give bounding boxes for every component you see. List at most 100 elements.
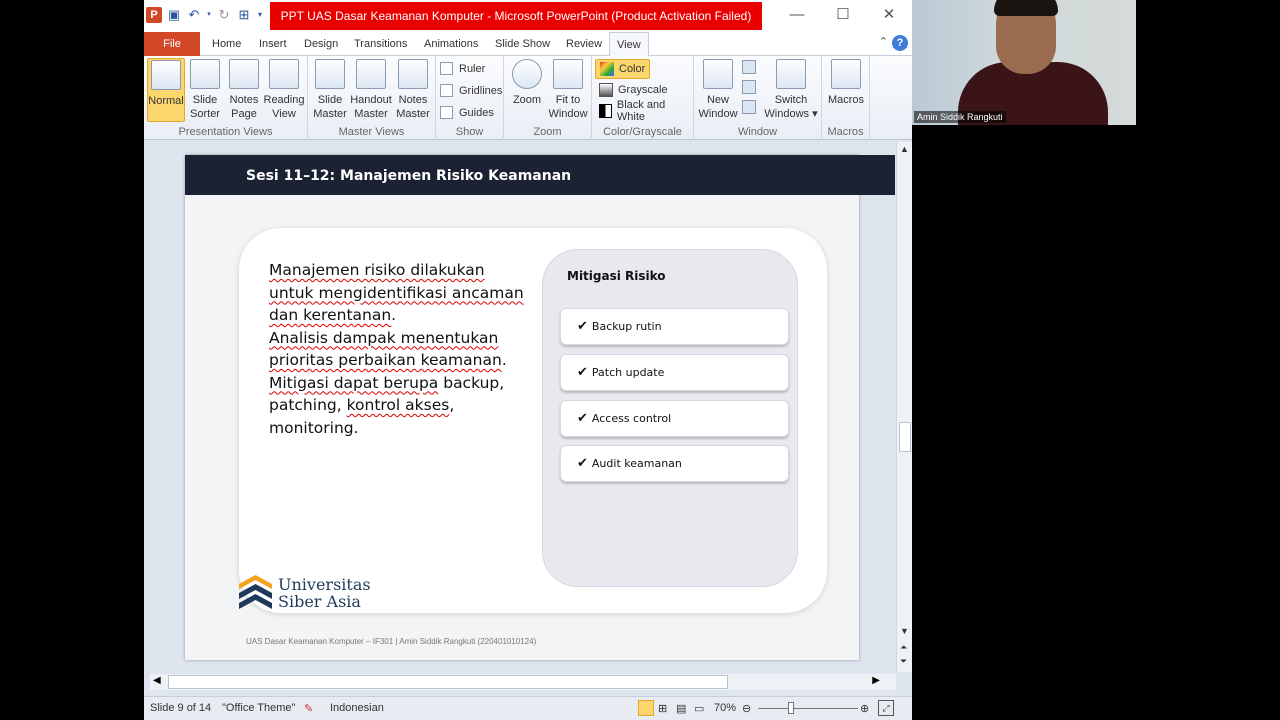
reading-view-icon — [269, 59, 299, 89]
zoom-slider[interactable] — [758, 708, 858, 709]
checkmark-icon: ✔ — [577, 319, 588, 334]
university-name: Universitas Siber Asia — [278, 575, 371, 611]
slide-sorter-icon[interactable]: ⊞ — [658, 702, 667, 715]
macros-button[interactable]: Macros — [826, 58, 866, 107]
scroll-left-icon[interactable]: ◀ — [153, 675, 161, 686]
notes-master-button[interactable]: Notes Master — [394, 58, 432, 121]
slide-title[interactable]: Sesi 11–12: Manajemen Risiko Keamanan — [246, 168, 571, 184]
body-text-line: untuk mengidentifikasi ancaman — [269, 282, 525, 305]
customize-qat-icon[interactable]: ▾ — [256, 7, 264, 23]
checkbox-icon — [440, 106, 453, 119]
mitigation-item[interactable]: ✔ Access control — [560, 400, 789, 437]
switch-windows-icon — [776, 59, 806, 89]
undo-icon[interactable]: ↶ — [186, 7, 202, 23]
color-swatch-icon — [600, 62, 614, 76]
tab-view[interactable]: View — [609, 32, 649, 57]
slide-master-button[interactable]: Slide Master — [312, 58, 348, 121]
mitigation-item[interactable]: ✔ Audit keamanan — [560, 445, 789, 482]
slide-sorter-button[interactable]: Slide Sorter — [187, 58, 223, 121]
switch-windows-button[interactable]: Switch Windows ▾ — [762, 58, 820, 121]
mitigation-item[interactable]: ✔ Patch update — [560, 354, 789, 391]
tab-transitions[interactable]: Transitions — [354, 32, 407, 56]
horizontal-scrollbar[interactable]: ◀ ▶ — [150, 674, 896, 690]
gridlines-checkbox[interactable]: Gridlines — [440, 84, 502, 97]
magnifier-icon — [512, 59, 542, 89]
handout-master-icon — [356, 59, 386, 89]
scroll-up-icon[interactable]: ▲ — [900, 144, 909, 154]
zoom-button[interactable]: Zoom — [508, 58, 546, 107]
guides-checkbox[interactable]: Guides — [440, 106, 494, 119]
text-segment: . — [391, 306, 397, 324]
help-icon[interactable]: ? — [892, 35, 908, 51]
group-label: Master Views — [338, 126, 405, 138]
checkmark-icon: ✔ — [577, 456, 588, 471]
new-window-button[interactable]: New Window — [698, 58, 738, 121]
slide-show-icon[interactable]: ▭ — [694, 702, 704, 715]
spell-check-icon[interactable]: ✎ — [304, 702, 313, 715]
language[interactable]: Indonesian — [330, 702, 384, 714]
maximize-button[interactable]: ☐ — [820, 0, 866, 30]
minimize-button[interactable]: — — [774, 0, 820, 30]
slideshow-from-start-icon[interactable]: ⊞ — [236, 7, 252, 23]
scroll-down-icon[interactable]: ▼ — [900, 626, 909, 636]
arrange-all-icon[interactable] — [742, 60, 756, 74]
powerpoint-window: P ▣ ↶ ▾ ↻ ⊞ ▾ PPT UAS Dasar Keamanan Kom… — [144, 0, 912, 720]
mitigation-title: Mitigasi Risiko — [567, 269, 666, 283]
zoom-slider-thumb[interactable] — [788, 702, 794, 714]
reading-view-icon[interactable]: ▤ — [676, 702, 686, 715]
black-and-white-button[interactable]: Black and White — [595, 99, 693, 123]
handout-master-button[interactable]: Handout Master — [350, 58, 392, 121]
color-button[interactable]: Color — [595, 59, 651, 79]
slide-canvas[interactable]: Sesi 11–12: Manajemen Risiko Keamanan Ma… — [185, 155, 895, 660]
black-white-swatch-icon — [599, 104, 612, 118]
body-text-line: patching, kontrol akses, — [269, 394, 525, 417]
slide-footer: UAS Dasar Keamanan Komputer – IF301 | Am… — [246, 637, 537, 646]
fit-slide-icon[interactable]: ⤢ — [878, 700, 894, 716]
zoom-level[interactable]: 70% — [714, 702, 736, 714]
tab-animations[interactable]: Animations — [424, 32, 478, 56]
previous-slide-icon[interactable]: ⏶ — [900, 642, 907, 653]
tab-design[interactable]: Design — [304, 32, 338, 56]
group-master-views: Slide Master Handout Master Notes Master… — [308, 56, 436, 140]
normal-view-icon[interactable] — [638, 700, 654, 716]
window-title: PPT UAS Dasar Keamanan Komputer - Micros… — [270, 2, 762, 30]
redo-icon[interactable]: ↻ — [216, 7, 232, 23]
group-label: Show — [455, 126, 484, 138]
move-split-icon[interactable] — [742, 100, 756, 114]
mitigation-item[interactable]: ✔ Backup rutin — [560, 308, 789, 345]
checkmark-icon: ✔ — [577, 411, 588, 426]
text-segment: . — [501, 351, 507, 369]
tab-slide-show[interactable]: Slide Show — [495, 32, 550, 56]
save-icon[interactable]: ▣ — [166, 7, 182, 23]
close-button[interactable]: ✕ — [866, 0, 912, 30]
scroll-thumb[interactable] — [168, 675, 728, 689]
scroll-thumb[interactable] — [899, 422, 911, 452]
fit-to-window-button[interactable]: Fit to Window — [546, 58, 590, 121]
powerpoint-logo-icon[interactable]: P — [146, 7, 162, 23]
tab-review[interactable]: Review — [566, 32, 602, 56]
minimize-ribbon-icon[interactable]: ⌃ — [879, 35, 888, 48]
scroll-right-icon[interactable]: ▶ — [872, 675, 880, 686]
dropdown-arrow-icon[interactable]: ▾ — [206, 7, 212, 23]
university-logo: Universitas Siber Asia — [239, 575, 371, 611]
normal-view-button[interactable]: Normal — [147, 58, 185, 122]
zoom-in-icon[interactable]: ⊕ — [860, 702, 869, 715]
misspelled-text: Manajemen risiko dilakukan — [269, 261, 485, 279]
theme-name[interactable]: "Office Theme" — [222, 702, 295, 714]
zoom-out-icon[interactable]: ⊖ — [742, 702, 751, 715]
reading-view-button[interactable]: Reading View — [263, 58, 305, 121]
ruler-checkbox[interactable]: Ruler — [440, 62, 485, 75]
vertical-scrollbar[interactable]: ▲ ▼ ⏶ ⏷ — [896, 142, 912, 672]
cascade-icon[interactable] — [742, 80, 756, 94]
group-presentation-views: Normal Slide Sorter Notes Page Reading V… — [144, 56, 308, 140]
notes-page-button[interactable]: Notes Page — [226, 58, 262, 121]
body-text-line: Analisis dampak menentukan — [269, 327, 525, 350]
text-segment: , — [449, 396, 455, 414]
tab-insert[interactable]: Insert — [259, 32, 287, 56]
tab-file[interactable]: File — [144, 32, 200, 56]
grayscale-button[interactable]: Grayscale — [595, 80, 672, 100]
tab-home[interactable]: Home — [212, 32, 241, 56]
group-label: Zoom — [533, 126, 562, 138]
body-text[interactable]: Manajemen risiko dilakukan untuk mengiden… — [269, 259, 525, 439]
next-slide-icon[interactable]: ⏷ — [900, 656, 907, 667]
